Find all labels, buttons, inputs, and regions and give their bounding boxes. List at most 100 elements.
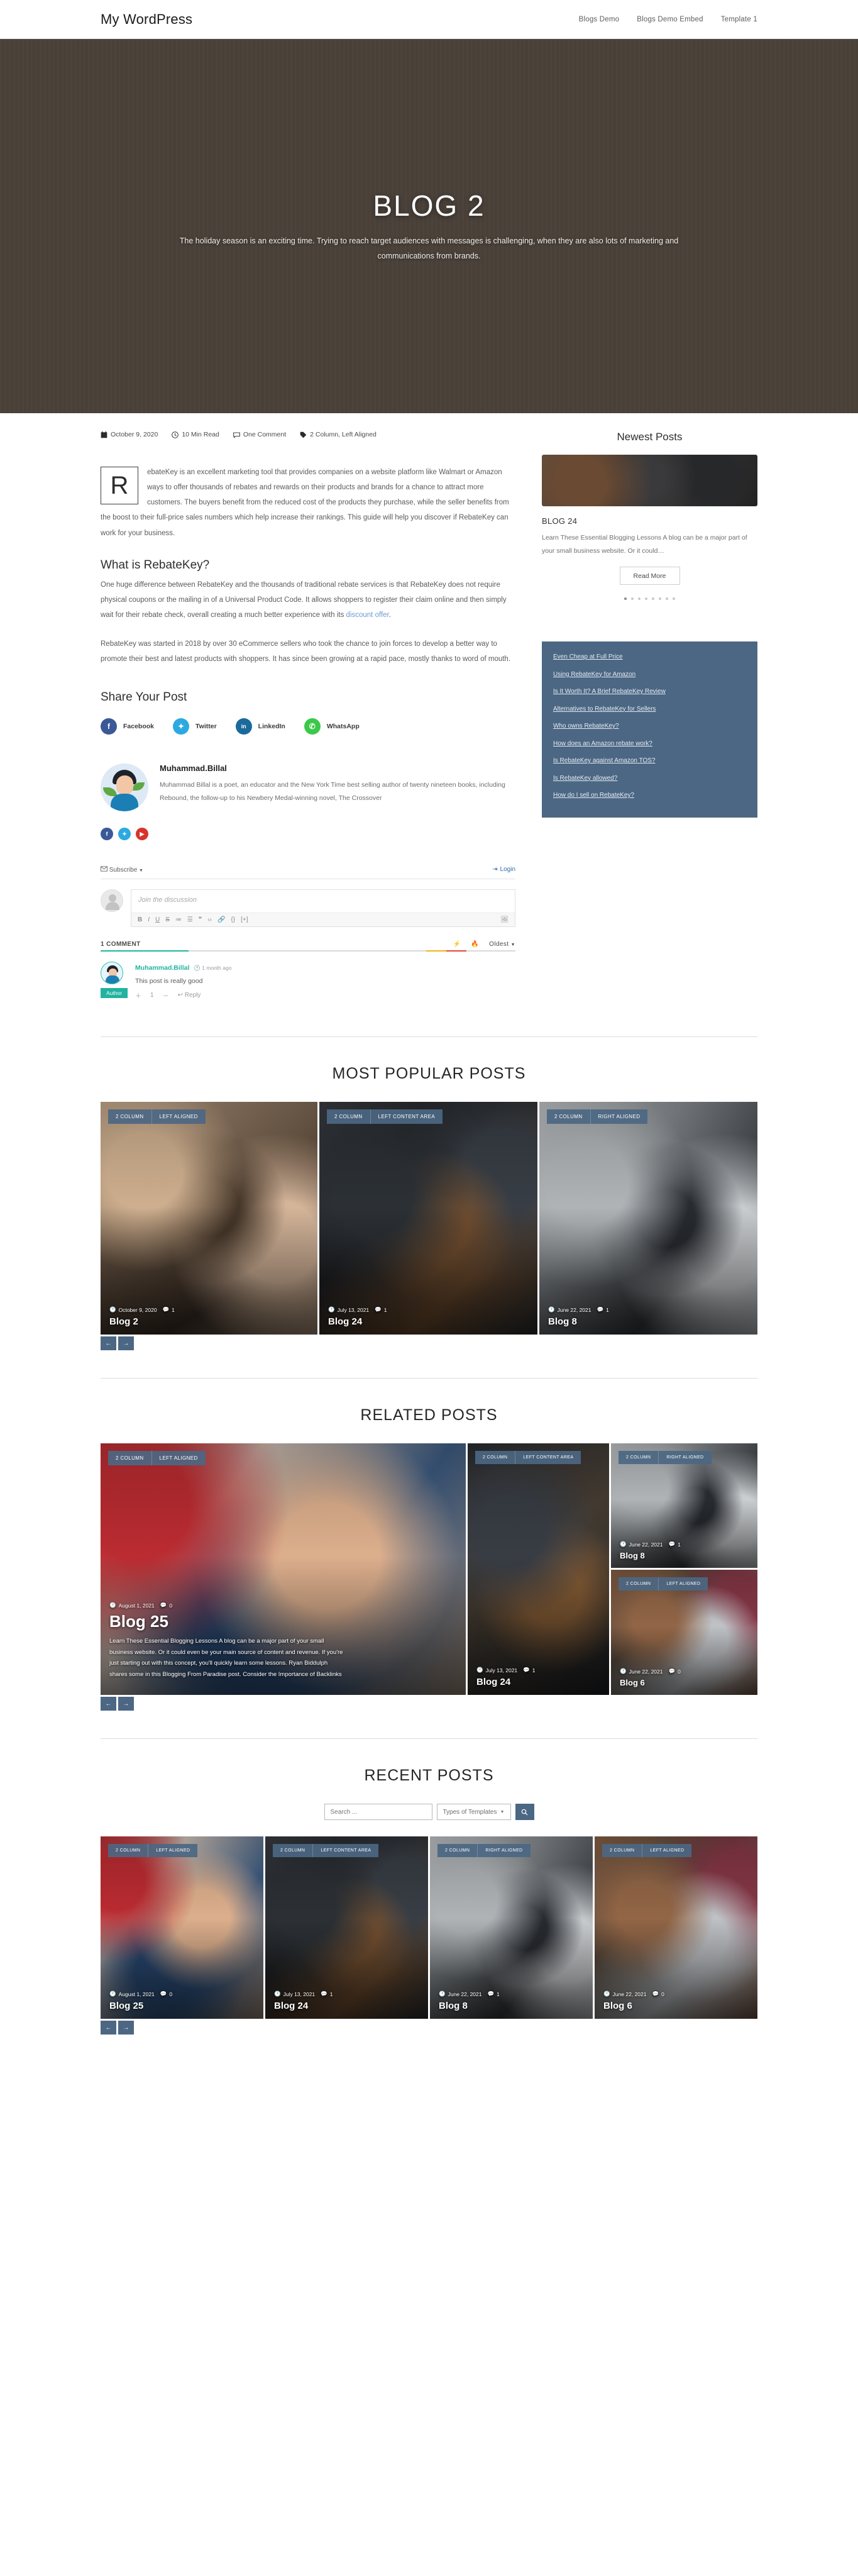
related-card-blog-25[interactable]: 2 COLUMN LEFT ALIGNED 🕐 August 1, 2021 💬… (101, 1443, 466, 1696)
italic-icon[interactable]: I (148, 916, 150, 923)
code-icon[interactable]: ‹› (207, 916, 212, 923)
carousel-dot[interactable] (645, 597, 647, 600)
nav-item-blogs-demo-embed[interactable]: Blogs Demo Embed (637, 16, 703, 23)
tag-column[interactable]: 2 COLUMN (108, 1844, 148, 1857)
toc-link-6[interactable]: Is RebateKey against Amazon TOS? (553, 755, 746, 767)
site-title[interactable]: My WordPress (101, 11, 192, 28)
newest-filter-icon[interactable]: ⚡ (453, 941, 461, 948)
carousel-dot[interactable] (659, 597, 661, 600)
nav-item-blogs-demo[interactable]: Blogs Demo (579, 16, 620, 23)
tag-column[interactable]: 2 COLUMN (437, 1844, 477, 1857)
search-input[interactable] (324, 1804, 432, 1821)
link-icon[interactable]: 🔗 (217, 916, 225, 923)
carousel-next-button[interactable]: → (118, 2021, 134, 2035)
carousel-next-button[interactable]: → (118, 1697, 134, 1711)
share-button-twitter[interactable]: ✦ Twitter (173, 718, 217, 735)
author-name[interactable]: Muhammad.Billal (160, 763, 515, 773)
tag-alignment[interactable]: RIGHT ALIGNED (658, 1451, 711, 1465)
recent-card-blog-25[interactable]: 2 COLUMN LEFT ALIGNED 🕐 August 1, 2021 💬… (101, 1836, 263, 2019)
tag-alignment[interactable]: LEFT CONTENT AREA (312, 1844, 378, 1858)
card-title[interactable]: Blog 24 (328, 1316, 529, 1327)
card-title[interactable]: Blog 8 (620, 1551, 749, 1560)
ordered-list-icon[interactable]: ≔ (175, 916, 182, 923)
strikethrough-icon[interactable]: S (165, 916, 170, 923)
recent-card-blog-8[interactable]: 2 COLUMN RIGHT ALIGNED 🕐 June 22, 2021 💬… (430, 1836, 593, 2019)
carousel-next-button[interactable]: → (118, 1336, 134, 1351)
toc-link-5[interactable]: How does an Amazon rebate work? (553, 738, 746, 750)
carousel-dot[interactable] (652, 597, 654, 600)
tag-alignment[interactable]: LEFT ALIGNED (151, 1451, 206, 1466)
quote-icon[interactable]: ❞ (199, 916, 202, 923)
toc-link-3[interactable]: Alternatives to RebateKey for Sellers (553, 704, 746, 715)
tag-column[interactable]: 2 COLUMN (619, 1577, 658, 1591)
author-twitter-icon[interactable]: ✦ (118, 828, 131, 841)
carousel-dot[interactable] (673, 597, 675, 600)
related-card-blog-8[interactable]: 2 COLUMN RIGHT ALIGNED 🕐 June 22, 2021 💬… (611, 1443, 757, 1568)
bold-icon[interactable]: B (138, 916, 142, 923)
tag-column[interactable]: 2 COLUMN (547, 1109, 590, 1124)
popular-card-blog-8[interactable]: 2 COLUMN RIGHT ALIGNED 🕐 June 22, 2021 💬… (539, 1102, 757, 1335)
vote-up-icon[interactable]: ＋ (135, 991, 141, 1000)
tag-column[interactable]: 2 COLUMN (619, 1451, 658, 1464)
card-title[interactable]: Blog 25 (109, 2001, 255, 2011)
card-title[interactable]: Blog 8 (439, 2001, 584, 2011)
tag-alignment[interactable]: LEFT ALIGNED (148, 1844, 197, 1858)
read-more-button[interactable]: Read More (619, 567, 680, 585)
newest-post-card[interactable]: BLOG 24 Learn These Essential Blogging L… (542, 455, 757, 585)
reply-button[interactable]: ↩ Reply (178, 992, 201, 999)
tag-alignment[interactable]: LEFT CONTENT AREA (515, 1451, 581, 1465)
tag-alignment[interactable]: RIGHT ALIGNED (590, 1109, 648, 1124)
carousel-dot[interactable] (631, 597, 634, 600)
carousel-prev-button[interactable]: ← (101, 1697, 116, 1711)
discount-offer-link[interactable]: discount offer (346, 611, 389, 619)
vote-down-icon[interactable]: － (163, 991, 169, 1000)
template-type-dropdown[interactable]: Types of Templates ▼ (436, 1804, 511, 1821)
card-title[interactable]: Blog 24 (274, 2001, 419, 2011)
subscribe-dropdown[interactable]: Subscribe ▼ (101, 865, 143, 874)
card-title[interactable]: Blog 24 (476, 1677, 600, 1687)
related-card-blog-24[interactable]: 2 COLUMN LEFT CONTENT AREA 🕐 July 13, 20… (468, 1443, 609, 1696)
carousel-dot[interactable] (624, 597, 627, 600)
popular-card-blog-24[interactable]: 2 COLUMN LEFT CONTENT AREA 🕐 July 13, 20… (319, 1102, 537, 1335)
toc-link-7[interactable]: Is RebateKey allowed? (553, 773, 746, 784)
tag-alignment[interactable]: LEFT ALIGNED (642, 1844, 691, 1858)
newest-post-title[interactable]: BLOG 24 (542, 516, 757, 526)
toc-link-2[interactable]: Is It Worth It? A Brief RebateKey Review (553, 686, 746, 697)
related-card-blog-6[interactable]: 2 COLUMN LEFT ALIGNED 🕐 June 22, 2021 💬 … (611, 1570, 757, 1696)
sort-dropdown[interactable]: Oldest ▼ (489, 941, 515, 948)
image-upload-icon[interactable]: 🖼 (500, 916, 509, 923)
share-button-linkedin[interactable]: in LinkedIn (235, 718, 285, 735)
card-title[interactable]: Blog 6 (603, 2001, 749, 2011)
tag-column[interactable]: 2 COLUMN (108, 1109, 151, 1124)
card-title[interactable]: Blog 6 (620, 1678, 749, 1687)
share-button-facebook[interactable]: f Facebook (101, 718, 154, 735)
search-button[interactable] (515, 1804, 534, 1821)
comment-author-name[interactable]: Muhammad.Billal (135, 964, 189, 972)
recent-card-blog-24[interactable]: 2 COLUMN LEFT CONTENT AREA 🕐 July 13, 20… (265, 1836, 428, 2019)
toc-link-0[interactable]: Even Cheap at Full Price (553, 652, 746, 663)
toc-link-1[interactable]: Using RebateKey for Amazon (553, 669, 746, 680)
author-youtube-icon[interactable]: ▶ (136, 828, 148, 841)
comment-input[interactable]: Join the discussion (131, 890, 515, 913)
author-facebook-icon[interactable]: f (101, 828, 113, 841)
spoiler-icon[interactable]: [+] (241, 916, 248, 923)
bullet-list-icon[interactable]: ☰ (187, 916, 193, 923)
tag-column[interactable]: 2 COLUMN (273, 1844, 312, 1857)
tag-alignment[interactable]: LEFT ALIGNED (658, 1577, 708, 1591)
tag-alignment[interactable]: LEFT CONTENT AREA (370, 1109, 443, 1124)
carousel-dot[interactable] (666, 597, 668, 600)
nav-item-template-1[interactable]: Template 1 (721, 16, 757, 23)
card-title[interactable]: Blog 25 (109, 1612, 346, 1631)
tag-column[interactable]: 2 COLUMN (327, 1109, 370, 1124)
toc-link-8[interactable]: How do I sell on RebateKey? (553, 790, 746, 801)
carousel-dot[interactable] (638, 597, 641, 600)
card-title[interactable]: Blog 2 (109, 1316, 309, 1327)
tag-column[interactable]: 2 COLUMN (108, 1451, 151, 1465)
source-icon[interactable]: {} (231, 916, 235, 923)
recent-card-blog-6[interactable]: 2 COLUMN LEFT ALIGNED 🕐 June 22, 2021 💬 … (595, 1836, 757, 2019)
carousel-prev-button[interactable]: ← (101, 1336, 116, 1351)
popular-card-blog-2[interactable]: 2 COLUMN LEFT ALIGNED 🕐 October 9, 2020 … (101, 1102, 317, 1335)
underline-icon[interactable]: U (155, 916, 160, 923)
hottest-filter-icon[interactable]: 🔥 (471, 941, 479, 948)
share-button-whatsapp[interactable]: ✆ WhatsApp (304, 718, 360, 735)
